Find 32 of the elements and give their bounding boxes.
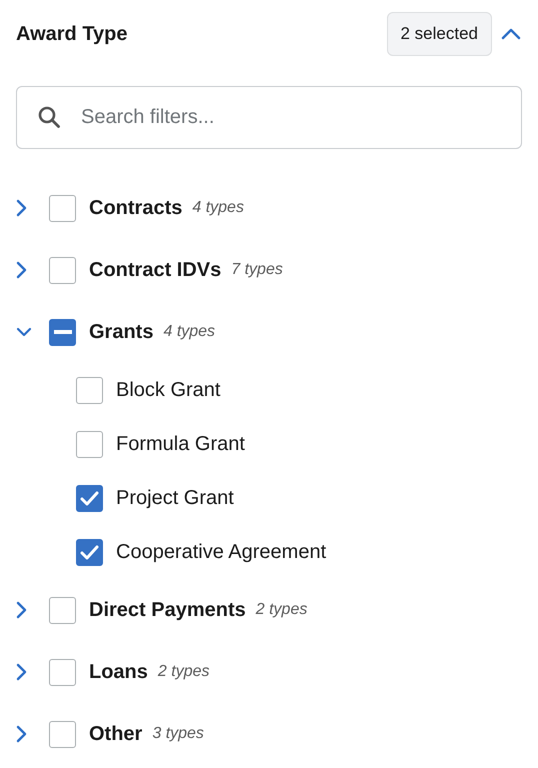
type-count: 3 types (152, 724, 204, 744)
item-label: Grants (89, 320, 154, 345)
checkbox[interactable] (49, 596, 76, 624)
item-label: Contracts (89, 196, 182, 221)
item-label: Direct Payments (89, 598, 246, 623)
minus-icon (54, 330, 72, 334)
checkbox[interactable] (49, 194, 76, 222)
section-title: Award Type (16, 22, 129, 47)
item-label: Contract IDVs (89, 258, 222, 283)
check-icon (80, 490, 99, 506)
checkbox[interactable] (76, 484, 103, 512)
item-label: Formula Grant (116, 432, 245, 457)
checkbox[interactable] (49, 720, 76, 748)
type-count: 4 types (163, 322, 216, 342)
checkbox[interactable] (76, 538, 103, 566)
selected-count: 2 selected (386, 12, 492, 56)
type-count: 7 types (231, 260, 283, 280)
type-count: 4 types (192, 198, 244, 218)
item-label: Block Grant (116, 378, 220, 403)
item-label: Other (89, 722, 142, 747)
search-field[interactable]: Search filters... (16, 86, 522, 149)
item-label: Cooperative Agreement (116, 540, 326, 565)
type-count: 2 types (158, 662, 210, 682)
item-label: Project Grant (116, 486, 234, 511)
checkbox[interactable] (76, 376, 103, 404)
check-icon (80, 544, 99, 560)
item-label: Loans (89, 660, 148, 685)
checkbox[interactable] (76, 430, 103, 458)
type-count: 2 types (256, 600, 308, 620)
checkbox[interactable] (49, 658, 76, 686)
checkbox[interactable] (49, 318, 76, 346)
checkbox[interactable] (49, 256, 76, 284)
